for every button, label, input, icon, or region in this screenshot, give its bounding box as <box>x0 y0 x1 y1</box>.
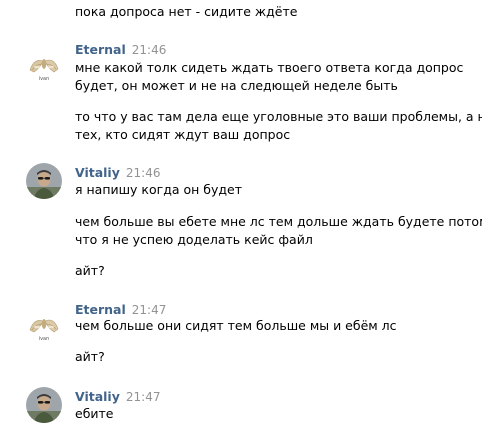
moth-caption: ivan <box>39 76 50 82</box>
moth-avatar-icon[interactable]: ivan <box>26 48 62 84</box>
author-name[interactable]: Vitaliy <box>75 389 120 404</box>
message-text: я напишу когда он будет <box>75 182 242 197</box>
message-text: айт? <box>75 263 105 278</box>
message-text: то что у вас там дела еще уголовные это … <box>75 109 482 124</box>
message-time[interactable]: 21:46 <box>126 166 161 180</box>
message-header: Eternal 21:46 <box>75 40 166 58</box>
message-text: пока допроса нет - сидите ждёте <box>75 4 298 19</box>
message-time[interactable]: 21:47 <box>132 303 167 317</box>
message-header: Vitaliy 21:47 <box>75 387 160 405</box>
message-text: чем больше они сидят тем больше мы и ебё… <box>75 318 397 333</box>
message-header: Eternal 21:47 <box>75 300 166 318</box>
author-name[interactable]: Eternal <box>75 42 126 57</box>
message-text: тех, кто сидят ждут ваш допрос <box>75 127 291 142</box>
message-text: что я не успею доделать кейс файл <box>75 232 313 247</box>
person-photo-avatar[interactable] <box>26 163 62 199</box>
message-text: мне какой толк сидеть ждать твоего ответ… <box>75 60 464 75</box>
message-text: айт? <box>75 349 105 364</box>
message-text: ебите <box>75 406 114 421</box>
author-name[interactable]: Vitaliy <box>75 165 120 180</box>
message-header: Vitaliy 21:46 <box>75 163 160 181</box>
author-name[interactable]: Eternal <box>75 302 126 317</box>
moth-avatar-icon[interactable]: ivan <box>26 308 62 344</box>
message-text: чем больше вы ебете мне лс тем дольше жд… <box>75 214 482 229</box>
message-text: будет, он может и не на следющей неделе … <box>75 78 398 93</box>
message-time[interactable]: 21:46 <box>132 43 167 57</box>
chat-history: пока допроса нет - сидите ждёте ivan Ete… <box>0 0 482 426</box>
message-time[interactable]: 21:47 <box>126 390 161 404</box>
moth-caption: ivan <box>39 336 50 342</box>
person-photo-avatar[interactable] <box>26 387 62 423</box>
